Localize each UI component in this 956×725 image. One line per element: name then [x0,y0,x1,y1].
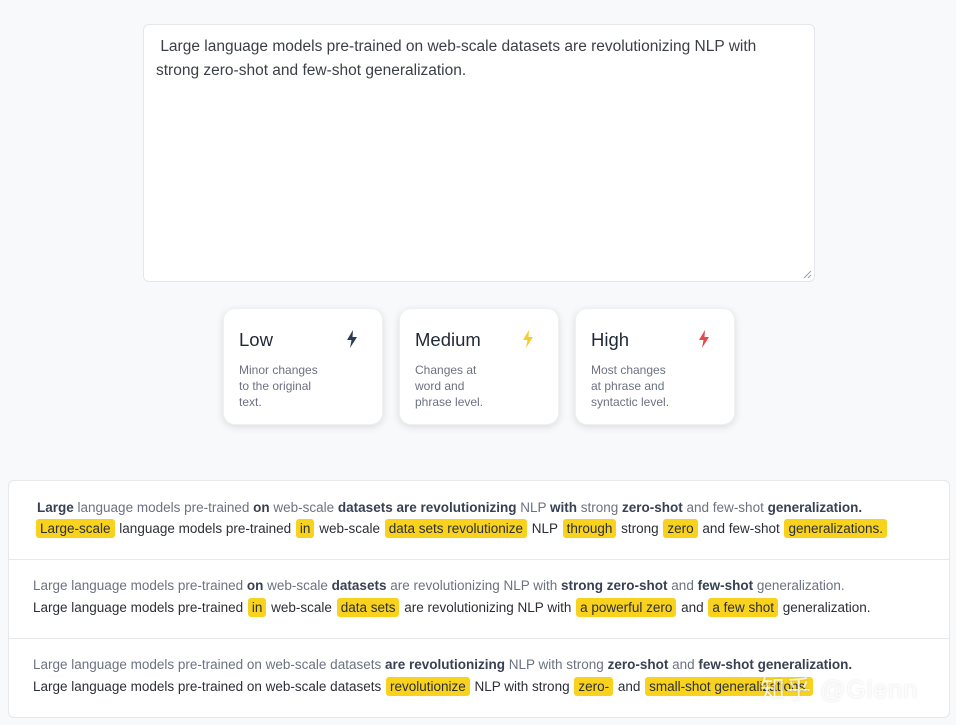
level-description: Changes at word and phrase level. [415,363,484,409]
text-segment: are revolutionizing NLP with [400,600,576,615]
text-segment: web-scale [269,500,338,515]
bold-phrase: on [246,578,264,593]
highlighted-change[interactable]: revolutionize [385,677,470,696]
input-text[interactable]: Large language models pre-trained on web… [156,35,784,83]
bolt-shape [523,330,533,348]
bold-phrase: are revolutionizing [384,657,506,672]
text-segment: web-scale [263,578,332,593]
text-segment: NLP [528,521,562,536]
text-segment: generalization. [778,600,871,615]
highlighted-change[interactable]: data sets revolutionize [384,519,528,538]
level-title: High [591,329,630,350]
resize-handle-icon[interactable] [802,269,812,279]
text-segment: NLP [516,500,550,515]
text-segment: language models pre-trained [73,500,254,515]
text-segment: Large language models pre-trained [33,578,247,593]
level-description: Minor changes to the original text. [239,363,318,409]
highlighted-change[interactable]: a few shot [708,598,778,617]
input-textarea[interactable]: Large language models pre-trained on web… [143,24,815,282]
level-description: Most changes at phrase and syntactic lev… [591,363,670,409]
lightning-bolt-icon [699,330,709,348]
highlighted-change[interactable]: data sets [336,598,400,617]
level-title: Low [239,329,273,350]
highlighted-change[interactable]: zero- [574,677,614,696]
bold-phrase: few-shot [697,578,754,593]
watermark: 知乎 @Glenn [760,676,919,704]
bolt-shape [699,330,709,348]
text-segment: and [668,657,699,672]
original-sentence: Large language models pre-trained on web… [37,500,862,515]
text-segment: web-scale [315,521,384,536]
text-segment: NLP with strong [505,657,608,672]
text-segment: strong [577,500,623,515]
bold-phrase: datasets are revolutionizing [337,500,517,515]
highlighted-change[interactable]: generalizations. [784,519,888,538]
level-card-high[interactable]: High Most changes at phrase and syntacti… [575,308,735,425]
highlighted-change[interactable]: in [295,519,315,538]
text-segment: and [677,600,708,615]
result-item[interactable]: Large language models pre-trained on web… [9,481,949,560]
text-segment: language models pre-trained [115,521,295,536]
lightning-bolt-icon [347,330,357,348]
paraphrased-sentence[interactable]: Large language models pre-trained in web… [33,598,871,617]
level-card-low[interactable]: Low Minor changes to the original text. [223,308,383,425]
bold-phrase: Large [37,500,74,515]
bold-phrase: generalization. [767,500,863,515]
original-sentence: Large language models pre-trained on web… [33,657,852,672]
bold-phrase: with [550,500,577,515]
text-segment: generalization. [753,578,845,593]
text-segment: strong [617,521,663,536]
highlighted-change[interactable]: zero [663,519,698,538]
bold-phrase: strong zero-shot [561,578,668,593]
result-item[interactable]: Large language models pre-trained on web… [9,560,949,639]
paraphrased-sentence[interactable]: Large language models pre-trained on web… [33,677,814,696]
level-card-medium[interactable]: Medium Changes at word and phrase level. [399,308,559,425]
paraphrased-sentence[interactable]: Large-scale language models pre-trained … [35,519,888,538]
text-segment: and [667,578,698,593]
highlighted-change[interactable]: in [247,598,267,617]
text-segment: Large language models pre-trained on web… [33,657,385,672]
level-title: Medium [415,329,481,350]
bold-phrase: datasets [331,578,387,593]
bold-phrase: zero-shot [607,657,669,672]
original-sentence: Large language models pre-trained on web… [33,578,845,593]
highlighted-change[interactable]: a powerful zero [576,598,677,617]
bolt-shape [347,330,357,348]
highlighted-change[interactable]: Large-scale [36,519,115,538]
text-segment: and few-shot [682,500,768,515]
text-segment: Large language models pre-trained [33,600,247,615]
text-segment: Large language models pre-trained on web… [33,679,385,694]
text-segment: NLP with strong [470,679,574,694]
text-segment: web-scale [267,600,336,615]
text-segment: and few-shot [698,521,784,536]
bold-phrase: zero-shot [622,500,683,515]
lightning-bolt-icon [523,330,533,348]
highlighted-change[interactable]: through [562,519,617,538]
bold-phrase: on [253,500,270,515]
text-segment: are revolutionizing NLP with [386,578,562,593]
text-segment: and [614,679,645,694]
